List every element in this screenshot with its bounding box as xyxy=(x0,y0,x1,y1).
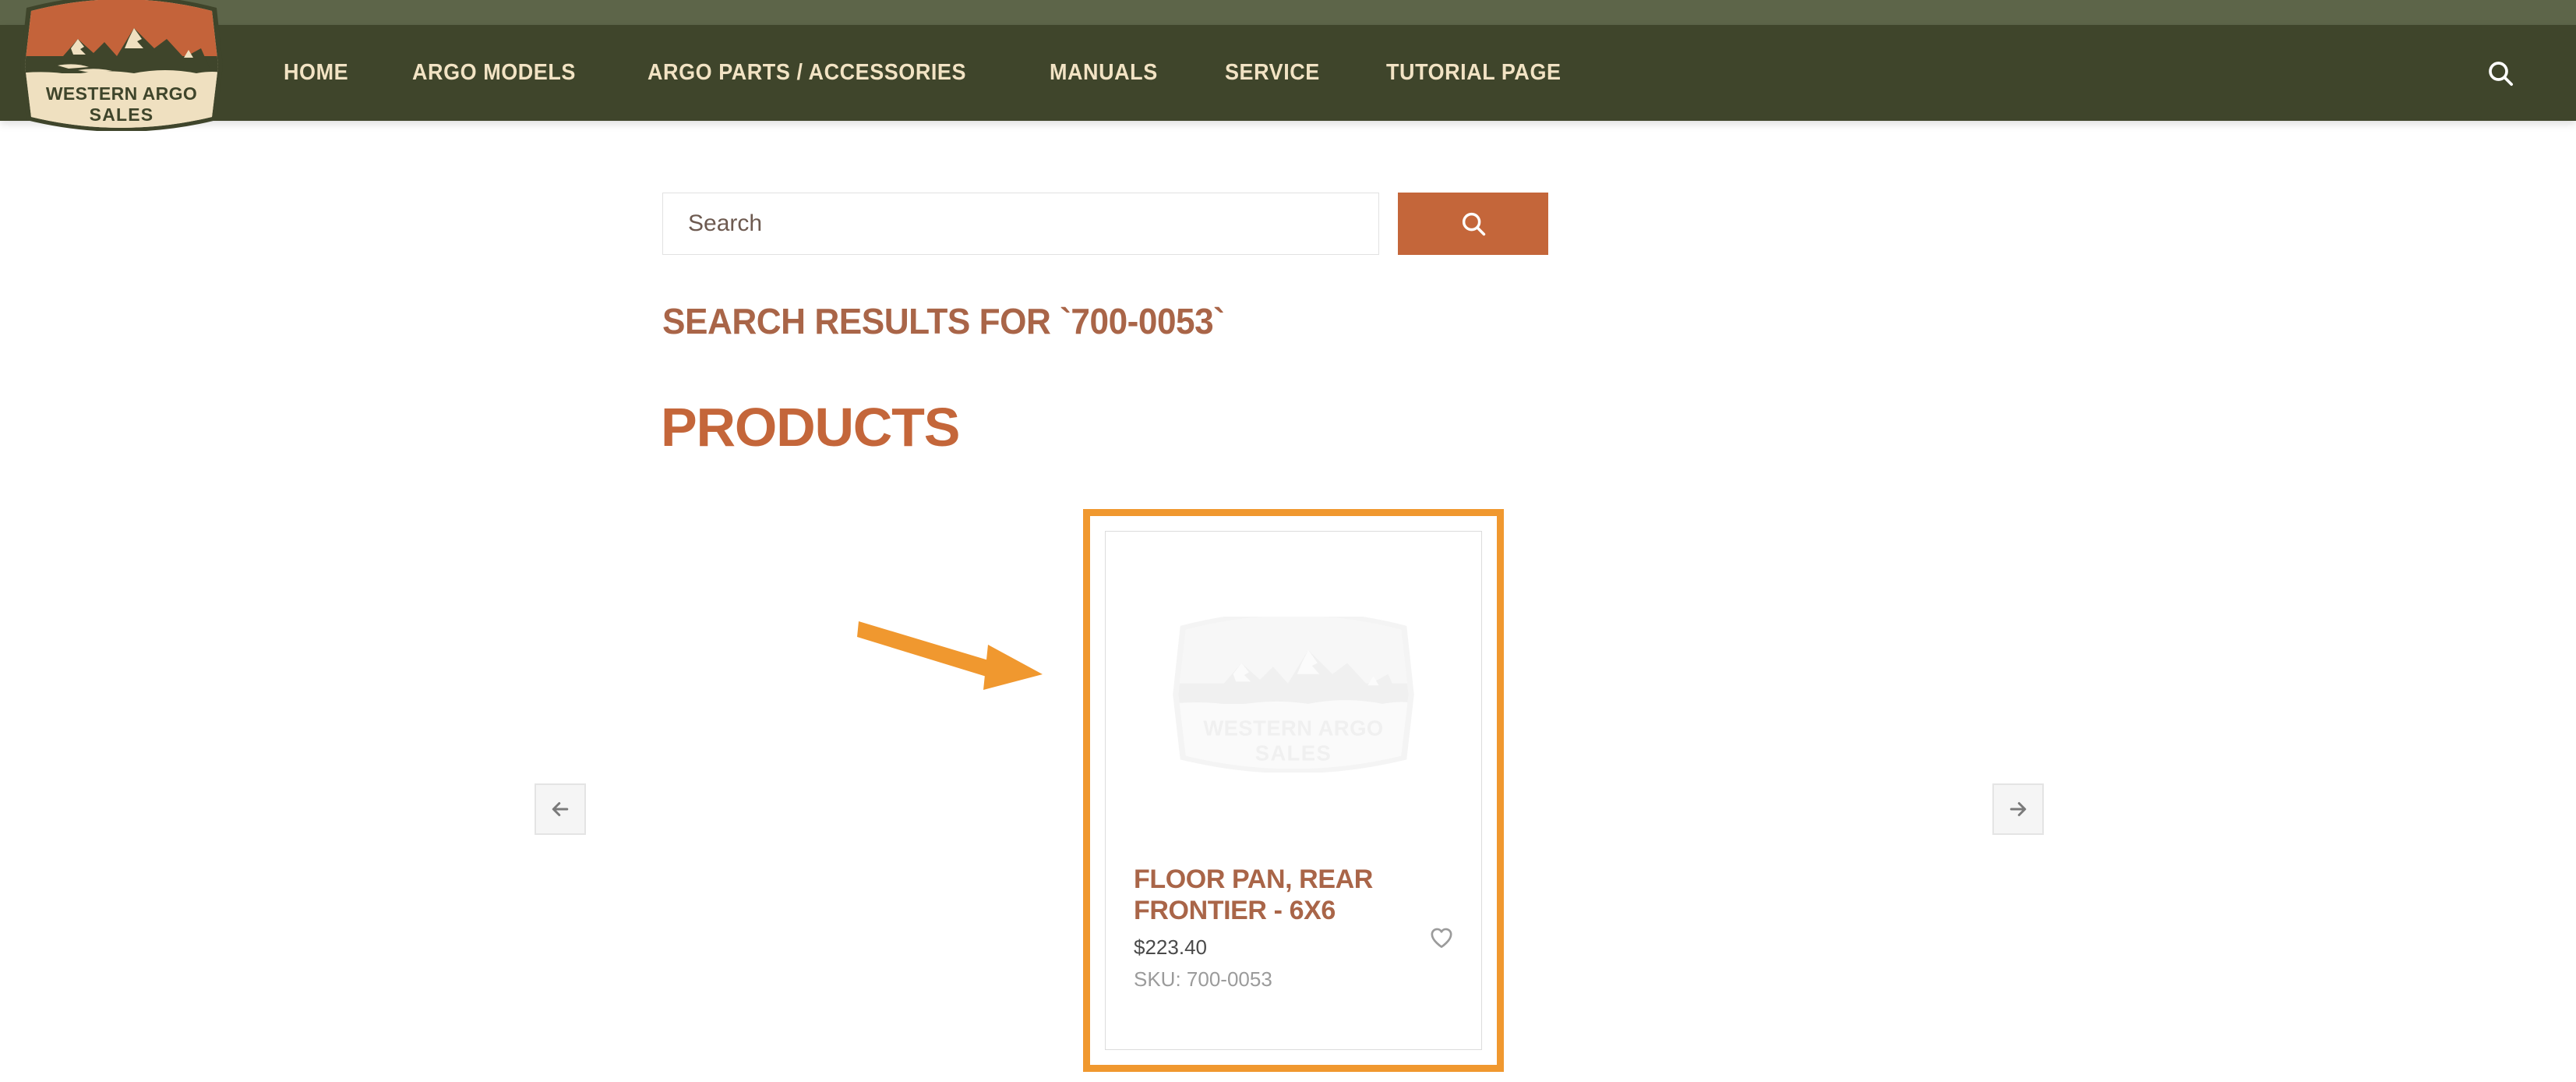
nav-link-argo-parts-accessories[interactable]: ARGO PARTS / ACCESSORIES xyxy=(648,52,966,94)
header-search-button[interactable] xyxy=(2452,25,2548,121)
carousel-prev-button[interactable] xyxy=(535,783,586,835)
nav-link-manuals[interactable]: MANUALS xyxy=(1050,52,1158,94)
search-form xyxy=(662,193,1548,255)
site-logo[interactable]: WESTERN ARGO SALES xyxy=(17,0,226,131)
search-icon xyxy=(1462,212,1485,236)
product-image-placeholder: WESTERN ARGO SALES xyxy=(1106,532,1481,857)
products-section-heading: PRODUCTS xyxy=(661,397,960,458)
logo-badge-icon: WESTERN ARGO SALES xyxy=(20,0,223,131)
arrow-left-icon xyxy=(552,802,569,816)
search-results-heading: SEARCH RESULTS FOR `700-0053` xyxy=(662,301,1225,341)
nav-link-argo-models[interactable]: ARGO MODELS xyxy=(412,52,576,94)
product-info: FLOOR PAN, REAR FRONTIER - 6X6 $223.40 S… xyxy=(1106,857,1481,1049)
product-sku: SKU: 700-0053 xyxy=(1134,967,1272,992)
svg-text:SALES: SALES xyxy=(90,104,154,125)
nav-link-tutorial-page[interactable]: TUTORIAL PAGE xyxy=(1386,52,1561,94)
heart-outline-icon xyxy=(1431,928,1452,948)
product-price: $223.40 xyxy=(1134,935,1207,960)
header-top-strip xyxy=(0,0,2576,25)
wishlist-button[interactable] xyxy=(1425,921,1458,954)
svg-text:WESTERN ARGO: WESTERN ARGO xyxy=(46,83,197,104)
search-submit-button[interactable] xyxy=(1398,193,1548,255)
page-root: WESTERN ARGO SALES HOME ARGO MODELS ARGO… xyxy=(0,0,2576,1082)
arrow-right-icon xyxy=(2010,802,2027,816)
product-card-highlight-outline: WESTERN ARGO SALES FLOOR PAN, REAR FRONT… xyxy=(1083,509,1504,1072)
search-icon xyxy=(2488,61,2513,86)
carousel-next-button[interactable] xyxy=(1992,783,2044,835)
logo-watermark-icon: WESTERN ARGO SALES xyxy=(1173,617,1414,773)
search-input[interactable] xyxy=(662,193,1379,255)
svg-text:SALES: SALES xyxy=(1255,741,1332,766)
svg-text:WESTERN ARGO: WESTERN ARGO xyxy=(1203,716,1383,740)
product-title[interactable]: FLOOR PAN, REAR FRONTIER - 6X6 xyxy=(1134,864,1414,926)
nav-link-home[interactable]: HOME xyxy=(284,52,348,94)
main-navigation: HOME ARGO MODELS ARGO PARTS / ACCESSORIE… xyxy=(284,25,1634,121)
product-card[interactable]: WESTERN ARGO SALES FLOOR PAN, REAR FRONT… xyxy=(1105,531,1482,1050)
annotation-arrow-icon xyxy=(857,621,1043,690)
nav-link-service[interactable]: SERVICE xyxy=(1225,52,1320,94)
